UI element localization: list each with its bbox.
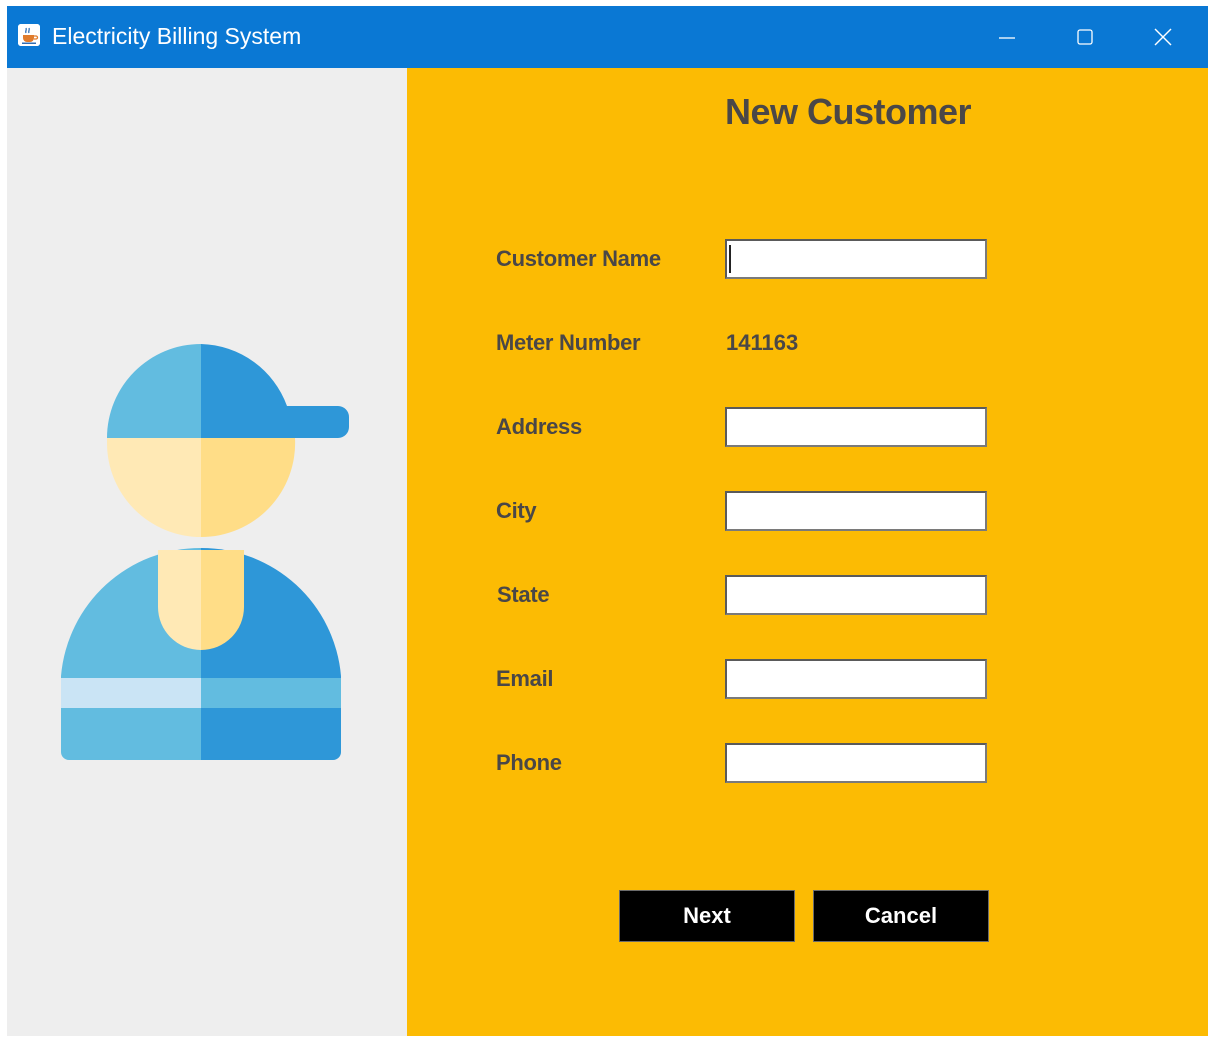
state-label: State — [497, 582, 550, 607]
java-cup-icon — [18, 24, 40, 46]
address-label: Address — [496, 414, 582, 439]
customer-form: New Customer Customer Name Meter Number … — [407, 68, 1208, 1036]
next-button[interactable]: Next — [619, 890, 795, 942]
page-title: New Customer — [725, 91, 972, 132]
maximize-button[interactable] — [1053, 6, 1117, 68]
address-field[interactable] — [725, 407, 987, 447]
email-label: Email — [496, 666, 554, 691]
meter-number-label: Meter Number — [496, 330, 641, 355]
illustration-panel — [7, 68, 407, 1036]
phone-label: Phone — [496, 750, 562, 775]
meter-number-value: 141163 — [726, 330, 799, 355]
close-button[interactable] — [1131, 6, 1195, 68]
window-title: Electricity Billing System — [52, 23, 302, 49]
text-caret — [729, 245, 731, 273]
state-field[interactable] — [725, 575, 987, 615]
maximize-icon — [1077, 29, 1093, 45]
title-bar[interactable]: Electricity Billing System — [7, 6, 1208, 68]
customer-name-label: Customer Name — [496, 246, 661, 271]
close-icon — [1154, 28, 1172, 46]
minimize-icon — [999, 37, 1015, 39]
application-window: Electricity Billing System New Customer … — [7, 6, 1208, 1036]
email-field[interactable] — [725, 659, 987, 699]
city-field[interactable] — [725, 491, 987, 531]
minimize-button[interactable] — [975, 6, 1039, 68]
worker-with-cap-icon — [61, 344, 349, 760]
customer-name-field[interactable] — [725, 239, 987, 279]
phone-field[interactable] — [725, 743, 987, 783]
city-label: City — [496, 498, 537, 523]
cancel-button[interactable]: Cancel — [813, 890, 989, 942]
